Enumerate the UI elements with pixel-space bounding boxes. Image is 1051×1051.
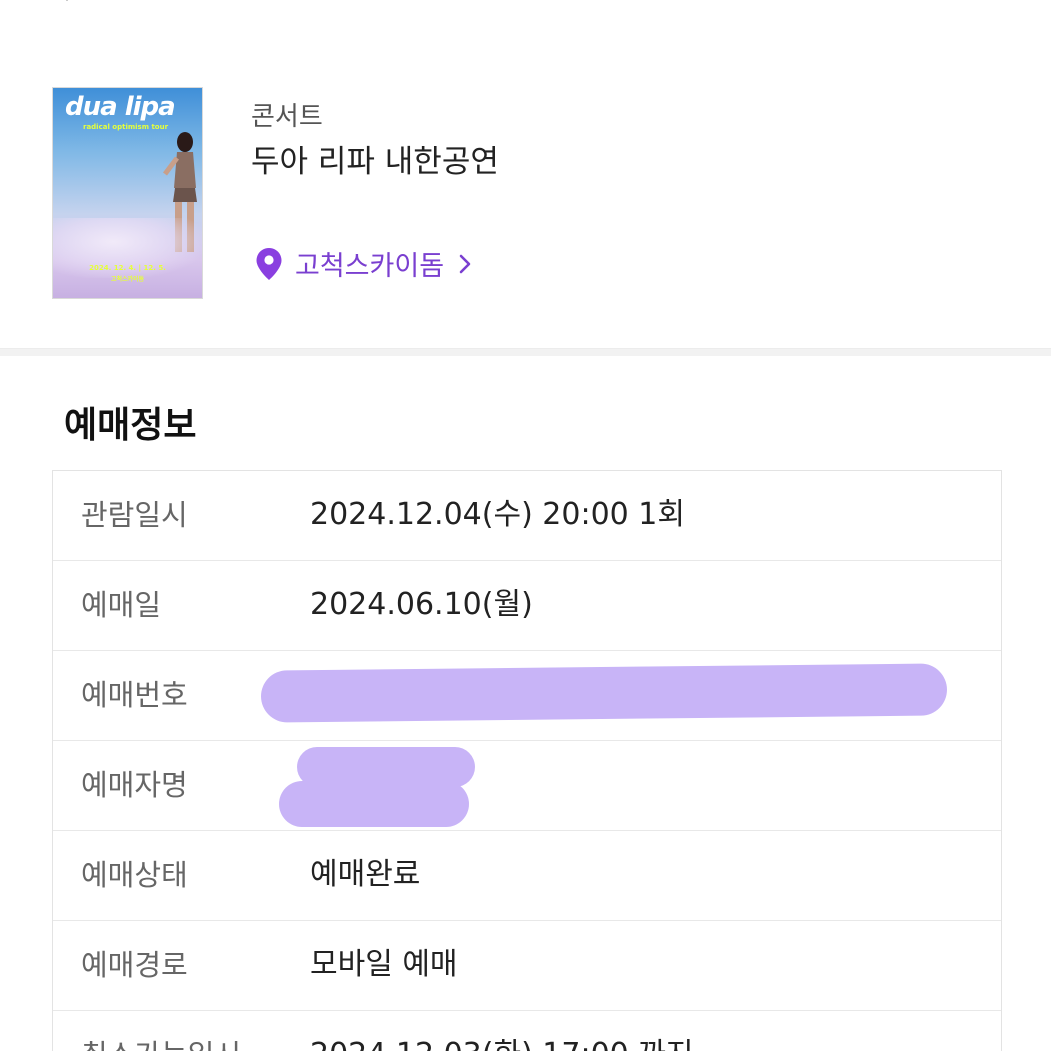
redaction-mark [279,781,469,827]
ticket-detail-page: dua lipa radical optimism tour 2024. 12.… [0,0,1051,1051]
info-label: 예매경로 [81,948,188,982]
info-value: 2024.12.04(수) 20:00 1회 [310,497,685,532]
booking-info-table: 관람일시 2024.12.04(수) 20:00 1회 예매일 2024.06.… [52,470,1002,1051]
chevron-icon[interactable] [58,0,76,4]
info-row-view-datetime: 관람일시 2024.12.04(수) 20:00 1회 [53,471,1001,561]
event-category: 콘서트 [251,102,323,132]
info-label: 취소가능일시 [81,1011,241,1051]
section-title: 예매정보 [64,405,197,446]
info-label: 예매상태 [81,858,188,892]
info-value: 2024.12.03(화) 17:00 까지 [310,1011,694,1051]
poster-title: dua lipa [65,92,176,122]
info-row-cancel-deadline: 취소가능일시 2024.12.03(화) 17:00 까지 [53,1011,1001,1051]
info-value: 2024.06.10(월) [310,587,533,622]
info-label: 예매자명 [81,768,188,802]
poster-subtitle: radical optimism tour [83,123,169,131]
poster-venue: 고척스카이돔 [110,276,145,283]
info-row-booking-date: 예매일 2024.06.10(월) [53,561,1001,651]
info-row-booking-channel: 예매경로 모바일 예매 [53,921,1001,1011]
info-label: 예매번호 [81,678,188,712]
info-label: 예매일 [81,588,162,622]
info-row-booking-status: 예매상태 예매완료 [53,831,1001,921]
map-pin-icon [256,247,282,280]
venue-link[interactable]: 고척스카이돔 [255,244,472,283]
section-divider [0,348,1051,356]
info-value: 모바일 예매 [310,947,458,982]
redaction-mark [260,663,948,723]
info-value: 예매완료 [310,857,421,892]
info-row-booker-name: 예매자명 [53,741,1001,831]
event-title: 두아 리파 내한공연 [251,144,499,180]
info-label: 관람일시 [81,498,188,532]
venue-name: 고척스카이돔 [295,251,445,282]
poster-date: 2024. 12. 4. | 12. 5. [89,264,166,272]
info-row-booking-number: 예매번호 [53,651,1001,741]
chevron-right-icon [459,254,471,273]
event-poster-image: dua lipa radical optimism tour 2024. 12.… [52,87,203,299]
